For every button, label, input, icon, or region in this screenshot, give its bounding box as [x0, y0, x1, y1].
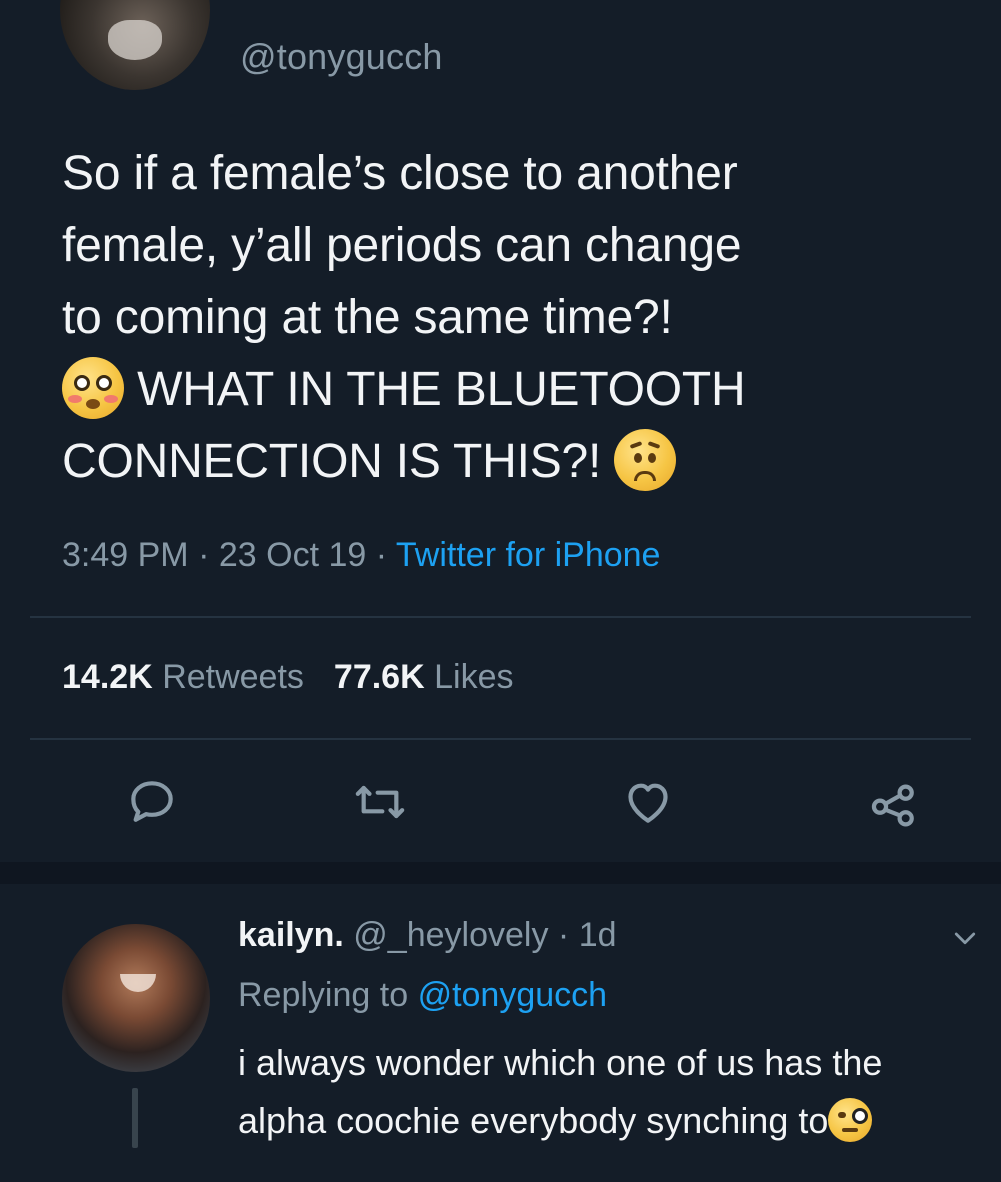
reply-author-handle[interactable]: @_heylovely	[353, 916, 548, 954]
flushed-face-emoji	[62, 357, 124, 420]
meta-separator: ·	[198, 536, 219, 574]
meta-separator: ·	[557, 916, 579, 954]
reply-author-avatar[interactable]	[62, 924, 210, 1072]
meta-separator: ·	[375, 536, 396, 574]
face-with-monocle-emoji	[828, 1098, 873, 1143]
replying-prefix: Replying to	[238, 976, 409, 1014]
tweet-text: So if a female’s close to another female…	[62, 138, 962, 498]
retweets-stat[interactable]: 14.2K Retweets	[62, 658, 304, 696]
tweet-source-link[interactable]: Twitter for iPhone	[396, 536, 661, 574]
worried-face-emoji	[614, 429, 677, 492]
tweet-meta: 3:49 PM · 23 Oct 19 · Twitter for iPhone	[62, 536, 660, 575]
tweet-time: 3:49 PM	[62, 536, 189, 574]
tweet-line: to coming at the same time?!	[62, 291, 673, 344]
tweet-line: WHAT IN THE BLUETOOTH	[137, 363, 746, 416]
reply-text: i always wonder which one of us has the …	[238, 1034, 988, 1150]
retweets-label: Retweets	[162, 658, 304, 696]
reply-icon	[131, 781, 173, 822]
author-avatar[interactable]	[60, 0, 210, 90]
replying-to-mention[interactable]: @tonygucch	[418, 976, 608, 1014]
divider	[30, 738, 971, 740]
likes-count: 77.6K	[333, 658, 425, 696]
heart-icon	[628, 783, 668, 823]
reply-author-name[interactable]: kailyn.	[238, 916, 344, 954]
likes-stat[interactable]: 77.6K Likes	[334, 658, 514, 696]
tweet-actions	[0, 760, 1001, 840]
reply-button[interactable]	[124, 774, 180, 830]
retweet-button[interactable]	[352, 774, 408, 830]
tweet-screen: @tonygucch So if a female’s close to ano…	[0, 0, 1001, 1182]
tweet-line: female, y’all periods can change	[62, 219, 742, 272]
tweet-line: So if a female’s close to another	[62, 147, 738, 200]
like-button[interactable]	[620, 774, 676, 830]
tweet-date: 23 Oct 19	[218, 536, 367, 574]
likes-label: Likes	[434, 658, 514, 696]
divider	[30, 616, 971, 618]
reply-line: i always wonder which one of us has the	[238, 1042, 883, 1083]
chevron-down-icon[interactable]	[950, 924, 980, 954]
tweet-line: CONNECTION IS THIS?!	[62, 435, 602, 488]
reply-line: alpha coochie everybody synching to	[238, 1100, 829, 1141]
retweet-icon	[355, 785, 405, 819]
tweet-stats: 14.2K Retweets 77.6K Likes	[62, 658, 513, 697]
thread-line	[132, 1088, 138, 1148]
retweets-count: 14.2K	[62, 658, 153, 696]
reply-age: 1d	[578, 916, 617, 954]
reply-line-with-emoji: alpha coochie everybody synching to	[238, 1092, 988, 1150]
tweet-line-with-emoji: CONNECTION IS THIS?!	[62, 426, 962, 498]
author-handle[interactable]: @tonygucch	[240, 36, 443, 78]
tweet-line-with-emoji: WHAT IN THE BLUETOOTH	[62, 354, 962, 426]
reply-header: kailyn. @_heylovely · 1d	[238, 916, 617, 955]
replying-to: Replying to @tonygucch	[238, 976, 607, 1015]
share-button[interactable]	[866, 774, 922, 830]
section-separator	[0, 862, 1001, 884]
share-icon	[871, 784, 914, 827]
